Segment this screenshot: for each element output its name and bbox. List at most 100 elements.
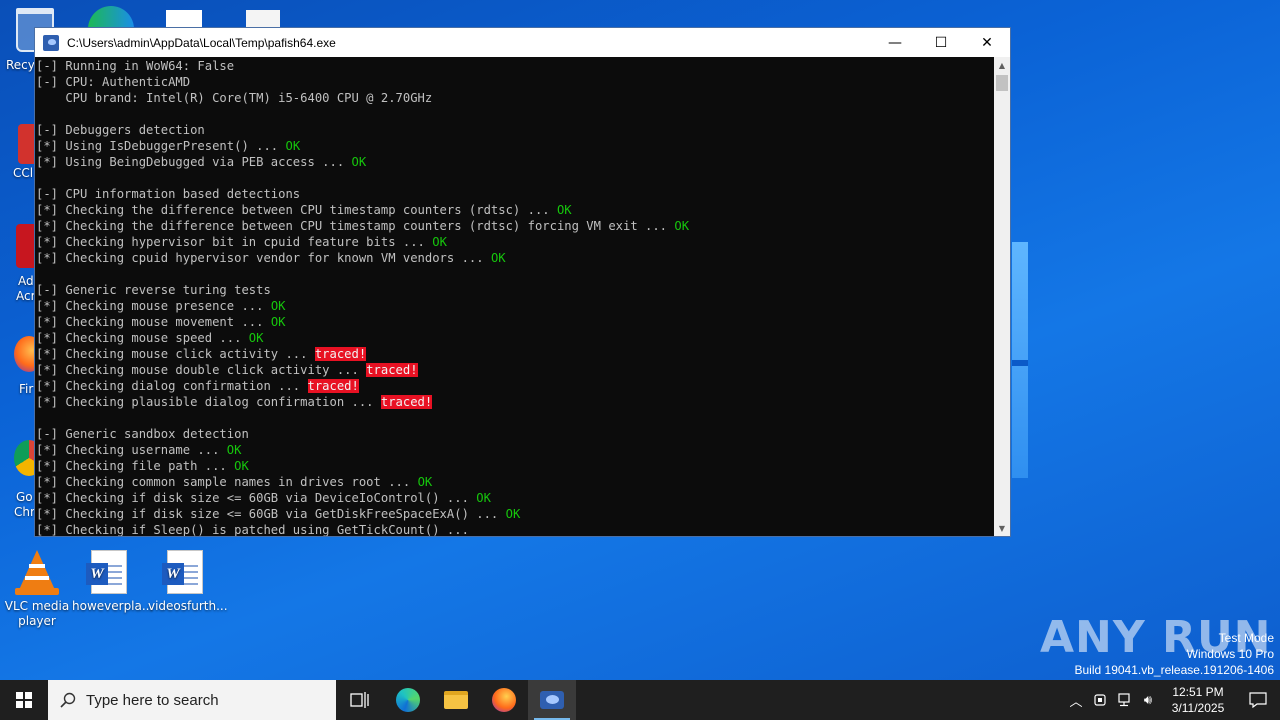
window-titlebar[interactable]: C:\Users\admin\AppData\Local\Temp\pafish…	[35, 28, 1010, 57]
console-line: [*] Using BeingDebugged via PEB access .…	[36, 154, 994, 170]
console-line: [*] Checking the difference between CPU …	[36, 202, 994, 218]
scroll-down-arrow-icon[interactable]: ▼	[994, 520, 1010, 536]
console-line: [*] Checking mouse click activity ... tr…	[36, 346, 994, 362]
close-button[interactable]: ✕	[964, 28, 1010, 57]
result-ok: OK	[351, 155, 367, 169]
console-line-text: [*] Using IsDebuggerPresent() ...	[36, 139, 286, 153]
taskbar: Type here to search ︿ 🔊︎ 12:51 PM 3/11/2…	[0, 680, 1280, 720]
start-button[interactable]	[0, 680, 48, 720]
system-tray: ︿ 🔊︎ 12:51 PM 3/11/2025	[1064, 680, 1280, 720]
console-line-text: [*] Checking username ...	[36, 443, 227, 457]
console-line: [*] Checking hypervisor bit in cpuid fea…	[36, 234, 994, 250]
clock-date: 3/11/2025	[1171, 701, 1225, 715]
word-document-icon: W	[162, 550, 207, 596]
console-line: [*] Checking if disk size <= 60GB via Ge…	[36, 506, 994, 522]
console-line-text: [-] Running in WoW64: False	[36, 59, 235, 73]
ccleaner-label: CCl	[13, 166, 34, 180]
console-line: [-] Running in WoW64: False	[36, 58, 994, 74]
vlc-label: VLC media player	[4, 599, 70, 628]
file-explorer-taskbar-button[interactable]	[432, 680, 480, 720]
firefox-taskbar-button[interactable]	[480, 680, 528, 720]
console-line: [*] Checking username ... OK	[36, 442, 994, 458]
clock-time: 12:51 PM	[1172, 685, 1224, 699]
doc1-desktop-icon[interactable]: W howeverpla...	[72, 550, 153, 614]
firefox-icon	[492, 688, 516, 712]
console-line-text: [-] CPU information based detections	[36, 187, 301, 201]
vertical-scrollbar[interactable]: ▲ ▼	[994, 57, 1010, 536]
scrollbar-thumb[interactable]	[996, 75, 1008, 91]
console-line: [-] CPU: AuthenticAMD	[36, 74, 994, 90]
console-line-text: [*] Checking file path ...	[36, 459, 235, 473]
console-line-text: [*] Checking the difference between CPU …	[36, 219, 675, 233]
console-line-text: [-] Debuggers detection	[36, 123, 205, 137]
console-line: [*] Checking if Sleep() is patched using…	[36, 522, 994, 536]
folder-icon	[444, 691, 468, 709]
task-view-icon	[350, 692, 369, 708]
edge-taskbar-button[interactable]	[384, 680, 432, 720]
result-ok: OK	[226, 443, 242, 457]
console-output[interactable]: [-] Running in WoW64: False [-] CPU: Auth…	[35, 57, 994, 536]
test-mode-text: Test Mode	[1218, 631, 1274, 645]
console-line-text: [*] Checking common sample names in driv…	[36, 475, 418, 489]
console-line-text: [*] Checking hypervisor bit in cpuid fea…	[36, 235, 433, 249]
firefox-label: Fir	[19, 382, 34, 396]
show-hidden-icons-chevron-icon[interactable]: ︿	[1064, 680, 1088, 720]
pafish-icon	[540, 691, 564, 709]
taskbar-clock[interactable]: 12:51 PM 3/11/2025	[1160, 684, 1236, 716]
console-line: [*] Checking mouse double click activity…	[36, 362, 994, 378]
console-line: [*] Checking mouse presence ... OK	[36, 298, 994, 314]
console-line: [*] Checking if disk size <= 60GB via De…	[36, 490, 994, 506]
result-traced: traced!	[307, 379, 359, 393]
result-ok: OK	[417, 475, 433, 489]
console-line: [*] Using IsDebuggerPresent() ... OK	[36, 138, 994, 154]
console-line-text: [*] Checking if Sleep() is patched using…	[36, 523, 477, 536]
recycle-bin-label: Recy	[6, 58, 35, 72]
chrome-label-2: Chr	[14, 505, 35, 519]
console-line: [-] CPU information based detections	[36, 186, 994, 202]
window-title: C:\Users\admin\AppData\Local\Temp\pafish…	[67, 35, 336, 50]
task-view-button[interactable]	[336, 680, 384, 720]
console-line-text: [*] Checking dialog confirmation ...	[36, 379, 308, 393]
result-ok: OK	[476, 491, 491, 505]
network-icon[interactable]	[1112, 680, 1136, 720]
search-icon	[60, 692, 76, 708]
result-ok: OK	[490, 251, 506, 265]
console-line-text: [*] Checking mouse click activity ...	[36, 347, 315, 361]
maximize-button[interactable]: ☐	[918, 28, 964, 57]
result-ok: OK	[285, 139, 301, 153]
system-info: Test Mode Windows 10 Pro Build 19041.vb_…	[1075, 630, 1275, 678]
result-ok: OK	[674, 219, 690, 233]
result-ok: OK	[505, 507, 521, 521]
console-window[interactable]: C:\Users\admin\AppData\Local\Temp\pafish…	[34, 27, 1011, 537]
console-line: [-] Debuggers detection	[36, 122, 994, 138]
minimize-button[interactable]: —	[872, 28, 918, 57]
vlc-desktop-icon[interactable]: VLC media player	[0, 550, 74, 629]
console-line: [*] Checking plausible dialog confirmati…	[36, 394, 994, 410]
console-line: [*] Checking the difference between CPU …	[36, 218, 994, 234]
volume-icon[interactable]: 🔊︎	[1136, 680, 1160, 720]
console-line-text: [*] Checking if disk size <= 60GB via De…	[36, 491, 477, 505]
windows-edition-text: Windows 10 Pro	[1186, 647, 1274, 661]
action-center-button[interactable]	[1236, 680, 1280, 720]
console-line: CPU brand: Intel(R) Core(TM) i5-6400 CPU…	[36, 90, 994, 106]
console-line: [*] Checking mouse movement ... OK	[36, 314, 994, 330]
build-text: Build 19041.vb_release.191206-1406	[1074, 663, 1275, 677]
scroll-up-arrow-icon[interactable]: ▲	[994, 57, 1010, 73]
file-desktop-icon-top[interactable]	[246, 10, 280, 28]
doc2-desktop-icon[interactable]: W videosfurth...	[148, 550, 228, 614]
console-line-text: [*] Using BeingDebugged via PEB access .…	[36, 155, 352, 169]
wallpaper-streak-gap	[1012, 360, 1028, 366]
console-line-text: [*] Checking plausible dialog confirmati…	[36, 395, 381, 409]
result-ok: OK	[270, 299, 286, 313]
device-icon[interactable]	[1088, 680, 1112, 720]
console-line-text: [*] Checking the difference between CPU …	[36, 203, 557, 217]
taskbar-search-box[interactable]: Type here to search	[48, 680, 336, 720]
console-line-text: CPU brand: Intel(R) Core(TM) i5-6400 CPU…	[36, 91, 433, 105]
vlc-cone-icon	[15, 550, 59, 596]
word-desktop-icon-top[interactable]	[166, 10, 202, 28]
pafish-taskbar-button[interactable]	[528, 680, 576, 720]
doc2-label: videosfurth...	[148, 599, 228, 613]
acrobat-label-1: Ad	[18, 274, 34, 288]
